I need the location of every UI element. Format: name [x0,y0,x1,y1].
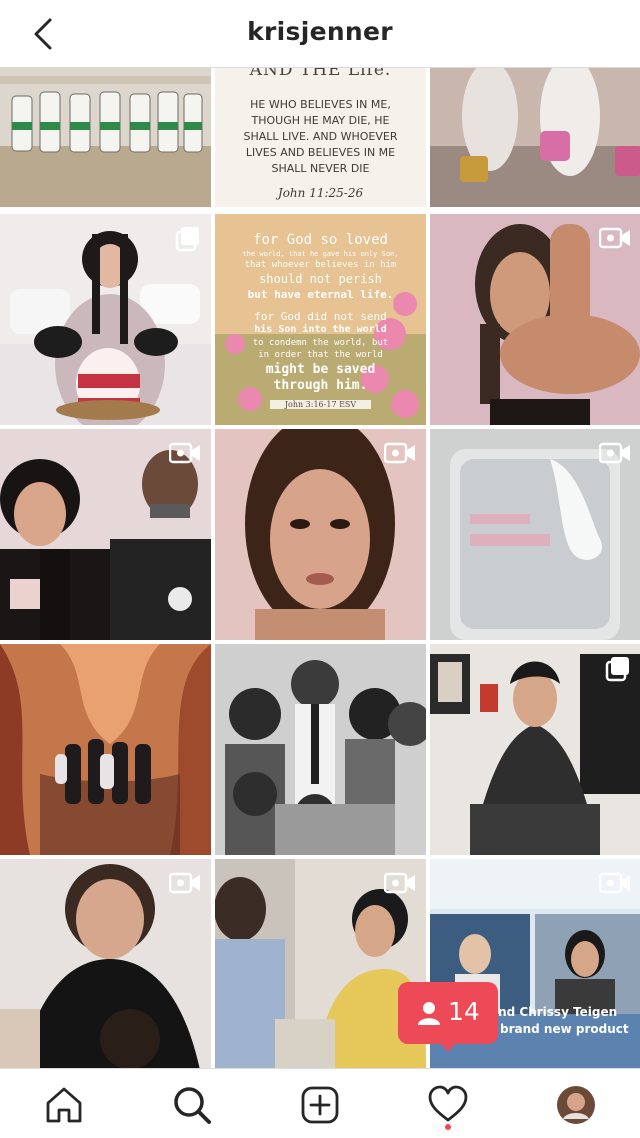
post-text: for God did not send [254,310,387,323]
video-icon [599,227,630,249]
post-tile[interactable]: AND THE Life. HE WHO BELIEVES IN ME, THO… [215,68,426,207]
post-tile[interactable] [215,644,426,855]
post-text: his Son into the world [254,324,387,335]
video-icon [599,442,630,464]
post-tile[interactable] [0,68,211,207]
nav-profile[interactable] [554,1083,598,1127]
post-tile[interactable] [430,644,640,855]
video-icon [169,442,200,464]
post-text: LIVES AND BELIEVES IN ME [245,146,396,159]
post-text: HE WHO BELIEVES IN ME, [250,98,391,111]
post-tile[interactable]: for God so loved the world, that he gave… [215,214,426,425]
post-text: SHALL NEVER DIE [271,162,370,175]
nav-home[interactable] [42,1083,86,1127]
avatar [557,1086,595,1124]
post-text: the world, that he gave his only Son, [242,250,399,258]
video-icon [599,872,630,894]
post-image [215,644,426,855]
post-text: John 11:25-26 [277,186,364,200]
post-text: might be saved [265,362,376,377]
post-text: to condemn the world, but [252,338,389,348]
activity-count: 14 [448,997,480,1026]
post-image [0,644,211,855]
post-tile[interactable] [430,429,640,640]
bottom-navigation [0,1068,640,1138]
post-text: through him. [273,378,368,393]
profile-username: krisjenner [247,17,393,46]
search-icon [174,1087,211,1124]
post-text: SHALL LIVE. AND WHOEVER [243,130,398,143]
plus-square-icon [301,1086,339,1124]
video-caption: brand new product [500,1022,629,1036]
post-tile[interactable] [0,214,211,425]
heart-icon [428,1085,468,1122]
post-image [0,68,211,207]
video-icon [169,872,200,894]
post-tile[interactable] [430,214,640,425]
post-text: in order that the world [258,350,383,360]
post-tile[interactable] [0,644,211,855]
carousel-icon [175,227,199,252]
carousel-icon [605,657,629,682]
nav-new-post[interactable] [298,1083,342,1127]
post-reference: John 3:16-17 ESV [270,400,371,409]
post-text: AND THE Life. [249,68,392,80]
post-grid: AND THE Life. HE WHO BELIEVES IN ME, THO… [0,68,640,1068]
activity-bubble-tail [438,1040,458,1052]
post-tile[interactable] [430,68,640,207]
post-text: but have eternal life. [247,288,394,301]
activity-notification[interactable]: 14 [398,982,498,1052]
post-text: should not perish [259,272,382,286]
nav-search[interactable] [170,1083,214,1127]
home-icon [46,1087,82,1123]
post-tile[interactable] [215,859,426,1068]
post-text: that whoever believes in him [244,260,397,270]
video-icon [384,442,415,464]
notification-dot [445,1124,451,1130]
person-icon [418,1002,440,1025]
top-bar: krisjenner [0,0,640,68]
post-text: for God so loved [253,232,388,248]
nav-activity[interactable] [426,1083,470,1127]
post-tile[interactable] [215,429,426,640]
post-tile[interactable] [0,429,211,640]
video-icon [384,872,415,894]
post-tile[interactable] [0,859,211,1068]
post-text: THOUGH HE MAY DIE, HE [251,114,390,127]
video-caption: and Chrissy Teigen [490,1005,618,1019]
post-image [430,68,640,207]
